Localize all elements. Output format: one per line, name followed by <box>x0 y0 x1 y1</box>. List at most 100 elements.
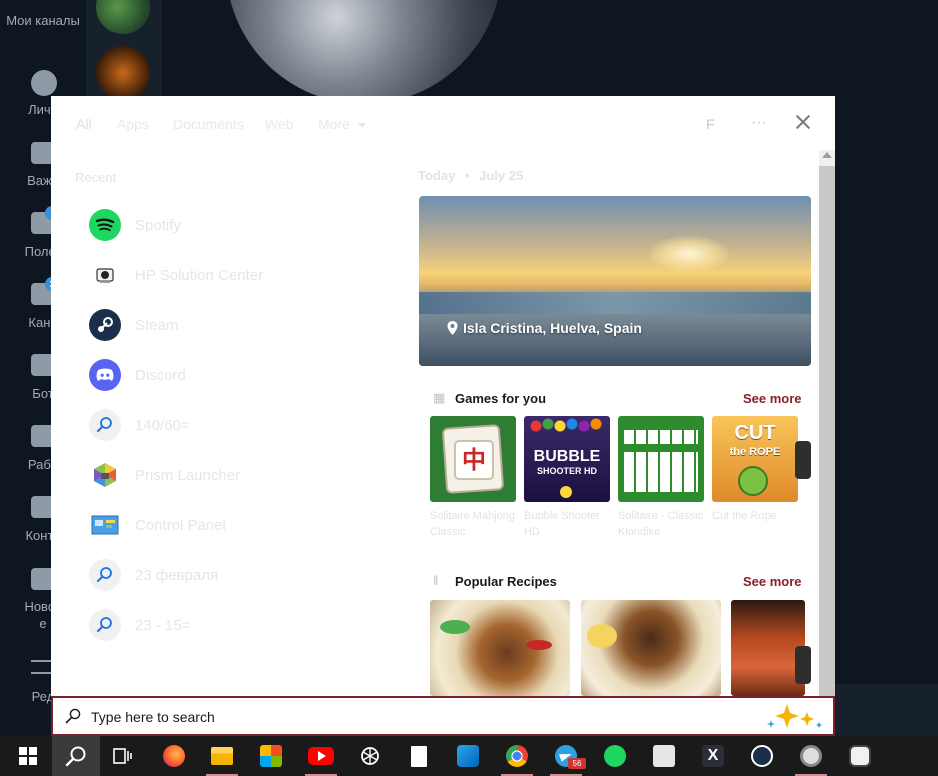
taskbar-app-firefox[interactable] <box>150 736 198 776</box>
prism-launcher-icon <box>89 459 121 491</box>
search-icon <box>65 746 86 767</box>
hero-location[interactable]: Isla Cristina, Huelva, Spain <box>447 320 642 336</box>
search-result-icon <box>89 559 121 591</box>
game-name: Bubble Shooter HD <box>524 510 600 538</box>
recent-item-label: HP Solution Center <box>135 266 264 284</box>
taskbar-app-notepad[interactable] <box>395 736 443 776</box>
tab-apps[interactable]: Apps <box>117 116 149 132</box>
taskbar-app-store[interactable] <box>247 736 295 776</box>
spotify-icon <box>89 209 121 241</box>
chrome-icon <box>506 745 528 767</box>
game-card-bubble-shooter[interactable]: BUBBLE SHOOTER HD Bubble Shooter HD <box>524 416 610 540</box>
telegram-unread-badge: 56 <box>568 758 586 769</box>
control-panel-icon <box>89 509 121 541</box>
game-art: 中 <box>430 416 516 502</box>
taskbar-app-hp-solution-center[interactable] <box>640 736 688 776</box>
recent-item-label: Prism Launcher <box>135 466 241 484</box>
more-options-button[interactable]: ··· <box>751 114 767 132</box>
game-card-mahjong[interactable]: 中 Solitaire Mahjong Classic <box>430 416 516 540</box>
scrollbar-thumb[interactable] <box>819 166 835 696</box>
lasso-app-icon <box>849 745 871 767</box>
recent-item-search-result[interactable]: 140/60= <box>89 400 409 450</box>
game-art-title: CUT <box>734 422 776 444</box>
games-see-more-link[interactable]: See more <box>743 391 802 406</box>
app-ring-icon <box>800 745 822 767</box>
taskbar-app-outlook[interactable] <box>444 736 492 776</box>
taskbar-app-chrome[interactable] <box>493 736 541 776</box>
taskbar-app-telegram[interactable]: 56 <box>542 736 590 776</box>
person-icon <box>31 70 57 96</box>
task-view-icon <box>113 748 132 764</box>
sparkle-icon[interactable] <box>765 702 827 732</box>
game-card-cut-the-rope[interactable]: CUT the ROPE Cut the Rope <box>712 416 798 524</box>
recipe-card[interactable] <box>430 600 570 696</box>
taskbar-app-file-explorer[interactable] <box>198 736 246 776</box>
search-input[interactable] <box>91 706 731 728</box>
start-button[interactable] <box>4 736 52 776</box>
tab-more-label: More <box>318 116 350 132</box>
gamepad-icon: ▦ <box>433 390 446 405</box>
game-card-solitaire[interactable]: Solitaire - Classic Klondike <box>618 416 704 540</box>
account-button[interactable]: F <box>706 116 715 132</box>
today-separator: • <box>464 168 470 183</box>
sidebar-item-channels[interactable]: Мои каналы <box>0 12 86 30</box>
recent-item-label: 140/60= <box>135 416 190 434</box>
task-view-button[interactable] <box>98 736 146 776</box>
background-panel <box>834 684 938 736</box>
tab-documents[interactable]: Documents <box>173 116 244 132</box>
recent-item-search-result[interactable]: 23 февраля <box>89 550 409 600</box>
taskbar-app-spotify[interactable] <box>591 736 639 776</box>
recent-item-search-result[interactable]: 23 - 15= <box>89 600 409 650</box>
tab-more[interactable]: More <box>318 116 366 132</box>
windows-start-icon <box>19 747 37 765</box>
recent-item-control-panel[interactable]: Control Panel <box>89 500 409 550</box>
hero-image-card[interactable]: Isla Cristina, Huelva, Spain <box>419 196 811 366</box>
games-carousel-next-button[interactable] <box>795 441 811 479</box>
taskbar-app-ring[interactable] <box>787 736 835 776</box>
search-result-icon <box>89 609 121 641</box>
game-name: Cut the Rope <box>712 510 777 522</box>
recent-list: Spotify HP Solution Center Steam Discord… <box>89 200 409 650</box>
search-tabs-bar: All Apps Documents Web More F ··· <box>51 96 835 150</box>
search-result-icon <box>89 409 121 441</box>
microsoft-store-icon <box>260 745 282 767</box>
today-date: July 25 <box>479 168 524 183</box>
taskbar-app-youtube[interactable] <box>297 736 345 776</box>
recent-item-spotify[interactable]: Spotify <box>89 200 409 250</box>
x-app-icon: X <box>702 745 724 767</box>
game-art: CUT the ROPE <box>712 416 798 502</box>
recipe-card[interactable] <box>731 600 805 696</box>
recipes-see-more-link[interactable]: See more <box>743 574 802 589</box>
taskbar-app-lasso[interactable] <box>836 736 884 776</box>
close-button[interactable] <box>793 112 813 132</box>
taskbar-app-steam[interactable] <box>738 736 786 776</box>
tab-all[interactable]: All <box>76 116 92 132</box>
recipe-card[interactable] <box>581 600 721 696</box>
today-heading: Today • July 25 <box>418 168 523 183</box>
file-explorer-icon <box>211 747 233 765</box>
taskbar-app-chatgpt[interactable] <box>346 736 394 776</box>
game-art <box>618 416 704 502</box>
recent-item-discord[interactable]: Discord <box>89 350 409 400</box>
today-label: Today <box>418 168 456 183</box>
game-art: BUBBLE SHOOTER HD <box>524 416 610 502</box>
recent-item-steam[interactable]: Steam <box>89 300 409 350</box>
recent-heading: Recent <box>75 170 117 185</box>
taskbar-search-box[interactable] <box>51 696 835 736</box>
fork-knife-icon: ǁ <box>433 573 439 588</box>
outlook-icon <box>457 745 479 767</box>
avatar[interactable] <box>96 46 150 100</box>
taskbar: 56 X <box>0 736 938 776</box>
recent-item-hp-solution-center[interactable]: HP Solution Center <box>89 250 409 300</box>
taskbar-app-x[interactable]: X <box>689 736 737 776</box>
taskbar-search-button[interactable] <box>52 736 100 776</box>
hp-solution-center-icon <box>653 745 675 767</box>
tab-web[interactable]: Web <box>265 116 294 132</box>
search-panel: All Apps Documents Web More F ··· Recent… <box>51 96 835 696</box>
sidebar-item-label: Мои каналы <box>6 13 80 28</box>
scroll-up-arrow-icon[interactable] <box>822 152 832 158</box>
game-art-title: BUBBLE <box>533 448 601 465</box>
recent-item-label: Spotify <box>135 216 181 234</box>
recent-item-prism-launcher[interactable]: Prism Launcher <box>89 450 409 500</box>
recipes-carousel-next-button[interactable] <box>795 646 811 684</box>
